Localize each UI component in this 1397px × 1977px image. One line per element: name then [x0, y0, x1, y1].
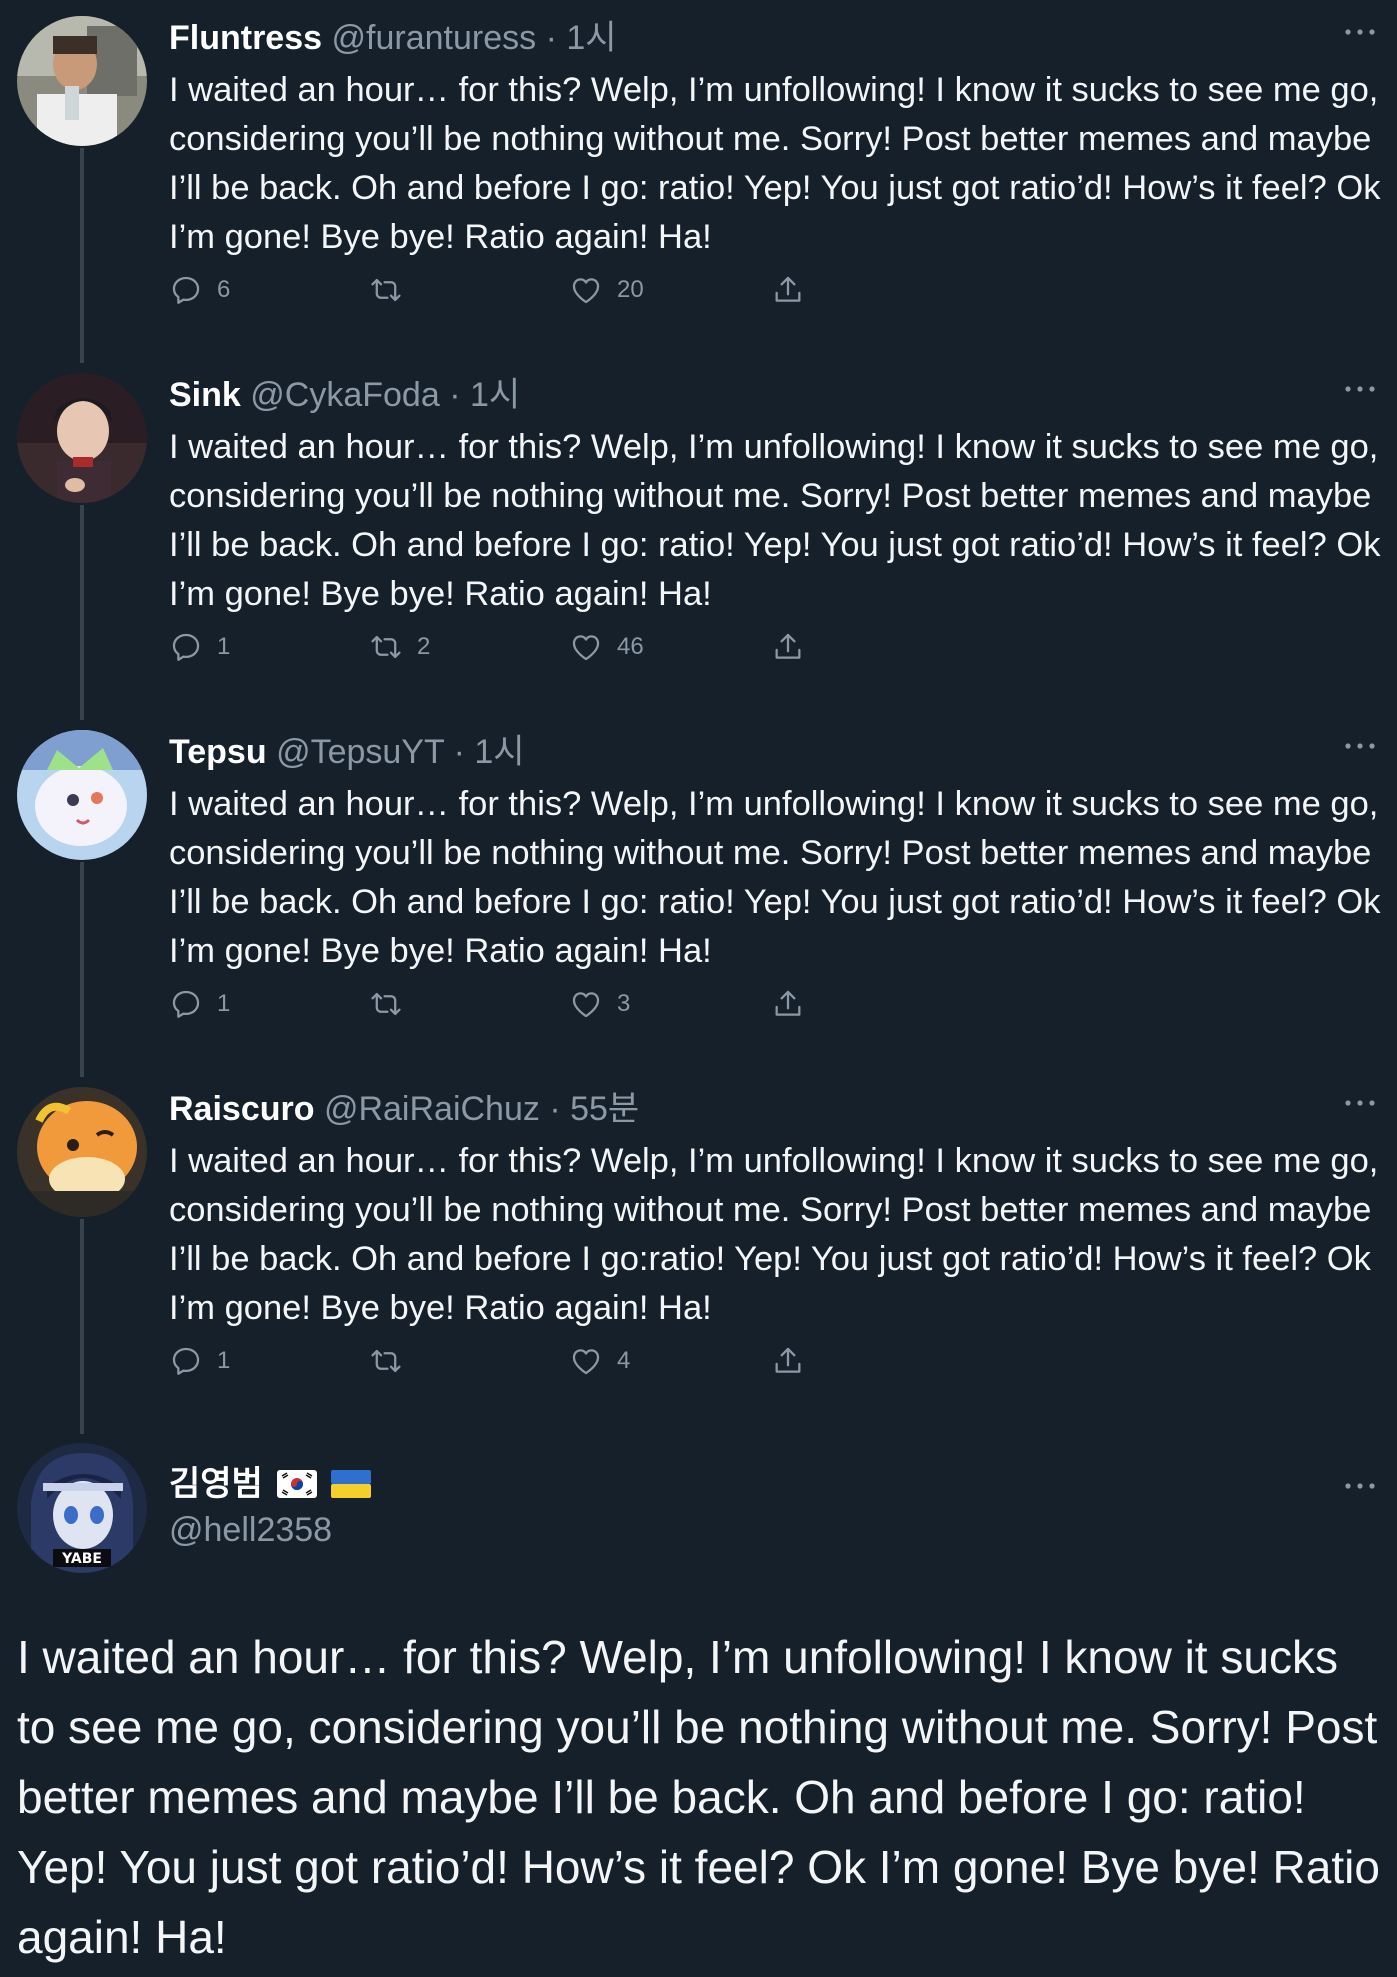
more-options-icon[interactable]	[1343, 22, 1377, 42]
retweet-button[interactable]	[369, 270, 417, 310]
action-bar: 6 20	[169, 270, 829, 310]
like-count: 20	[617, 276, 644, 303]
reply-tweet[interactable]: Tepsu @TepsuYT · 1시 I waited an hour… fo…	[0, 724, 1397, 1064]
reply-tweet[interactable]: Raiscuro @RaiRaiChuz · 55분 I waited an h…	[0, 1081, 1397, 1421]
action-bar: 1 4	[169, 1341, 829, 1381]
share-button[interactable]	[771, 627, 805, 667]
share-icon	[775, 1347, 801, 1373]
retweet-button[interactable]: 2	[369, 627, 430, 667]
ukraine-flag-icon	[330, 1470, 371, 1498]
like-button[interactable]: 3	[569, 984, 630, 1024]
separator: ·	[545, 19, 557, 57]
tweet-text: I waited an hour… for this? Welp, I’m un…	[169, 428, 1381, 613]
retweet-button[interactable]	[369, 1341, 417, 1381]
heart-icon	[572, 278, 600, 304]
timestamp[interactable]: 1시	[474, 733, 524, 771]
like-button[interactable]: 20	[569, 270, 644, 310]
avatar[interactable]	[17, 373, 147, 503]
action-bar: 1 3	[169, 984, 829, 1024]
reply-count: 1	[217, 633, 231, 660]
share-icon	[775, 990, 801, 1016]
separator: ·	[549, 1090, 561, 1128]
like-button[interactable]: 4	[569, 1341, 630, 1381]
share-icon	[775, 633, 801, 659]
more-options-icon[interactable]	[1343, 379, 1377, 399]
retweet-button[interactable]	[369, 984, 417, 1024]
reply-count: 1	[217, 990, 231, 1017]
share-button[interactable]	[771, 984, 805, 1024]
display-name[interactable]: Fluntress	[169, 19, 322, 57]
retweet-icon	[371, 278, 401, 302]
tweet-header: Fluntress @furanturess · 1시	[169, 16, 617, 60]
tweet-text: I waited an hour… for this? Welp, I’m un…	[169, 71, 1381, 256]
tweet-text: I waited an hour… for this? Welp, I’m un…	[169, 785, 1381, 970]
retweet-count: 2	[417, 633, 431, 660]
display-name[interactable]: Tepsu	[169, 733, 267, 771]
reply-button[interactable]: 1	[169, 627, 230, 667]
retweet-icon	[371, 992, 401, 1016]
display-name[interactable]: 김영범	[169, 1462, 263, 1506]
reply-button[interactable]: 1	[169, 984, 230, 1024]
like-button[interactable]: 46	[569, 627, 644, 667]
action-bar: 1 2 46	[169, 627, 829, 667]
username[interactable]: @hell2358	[169, 1508, 332, 1552]
username[interactable]: @RaiRaiChuz	[324, 1090, 540, 1128]
tweet-header: Raiscuro @RaiRaiChuz · 55분	[169, 1087, 639, 1131]
share-button[interactable]	[771, 270, 805, 310]
avatar[interactable]	[17, 1087, 147, 1217]
reply-count: 6	[217, 276, 231, 303]
reply-tweet[interactable]: Sink @CykaFoda · 1시 I waited an hour… fo…	[0, 367, 1397, 707]
tweet-text: I waited an hour… for this? Welp, I’m un…	[169, 1142, 1379, 1327]
reply-icon	[172, 1347, 200, 1375]
display-name[interactable]: Sink	[169, 376, 241, 414]
display-name[interactable]: Raiscuro	[169, 1090, 315, 1128]
timestamp[interactable]: 55분	[570, 1090, 639, 1128]
avatar[interactable]: YABE	[17, 1443, 147, 1573]
reply-count: 1	[217, 1347, 231, 1374]
username[interactable]: @TepsuYT	[276, 733, 444, 771]
main-tweet-text: I waited an hour… for this? Welp, I’m un…	[17, 1631, 1380, 1963]
reply-button[interactable]: 1	[169, 1341, 230, 1381]
like-count: 46	[617, 633, 644, 660]
reply-button[interactable]: 6	[169, 270, 230, 310]
reply-icon	[172, 633, 200, 661]
avatar-badge: YABE	[61, 1551, 102, 1567]
korea-flag-icon	[276, 1470, 317, 1498]
avatar[interactable]	[17, 730, 147, 860]
timestamp[interactable]: 1시	[566, 19, 616, 57]
more-options-icon[interactable]	[1343, 1476, 1377, 1496]
like-count: 4	[617, 1347, 631, 1374]
reply-tweet[interactable]: Fluntress @furanturess · 1시 I waited an …	[0, 10, 1397, 350]
heart-icon	[572, 1349, 600, 1375]
like-count: 3	[617, 990, 631, 1017]
timestamp[interactable]: 1시	[470, 376, 520, 414]
share-button[interactable]	[771, 1341, 805, 1381]
heart-icon	[572, 992, 600, 1018]
reply-icon	[172, 276, 200, 304]
tweet-header: Sink @CykaFoda · 1시	[169, 373, 520, 417]
main-display-name-row: 김영범	[169, 1462, 371, 1506]
reply-icon	[172, 990, 200, 1018]
more-options-icon[interactable]	[1343, 1093, 1377, 1113]
separator: ·	[453, 733, 465, 771]
more-options-icon[interactable]	[1343, 736, 1377, 756]
separator: ·	[449, 376, 461, 414]
retweet-icon	[371, 635, 401, 659]
share-icon	[775, 276, 801, 302]
tweet-header: Tepsu @TepsuYT · 1시	[169, 730, 525, 774]
heart-icon	[572, 635, 600, 661]
username[interactable]: @CykaFoda	[250, 376, 439, 414]
avatar[interactable]	[17, 16, 147, 146]
retweet-icon	[371, 1349, 401, 1373]
username[interactable]: @furanturess	[332, 19, 537, 57]
